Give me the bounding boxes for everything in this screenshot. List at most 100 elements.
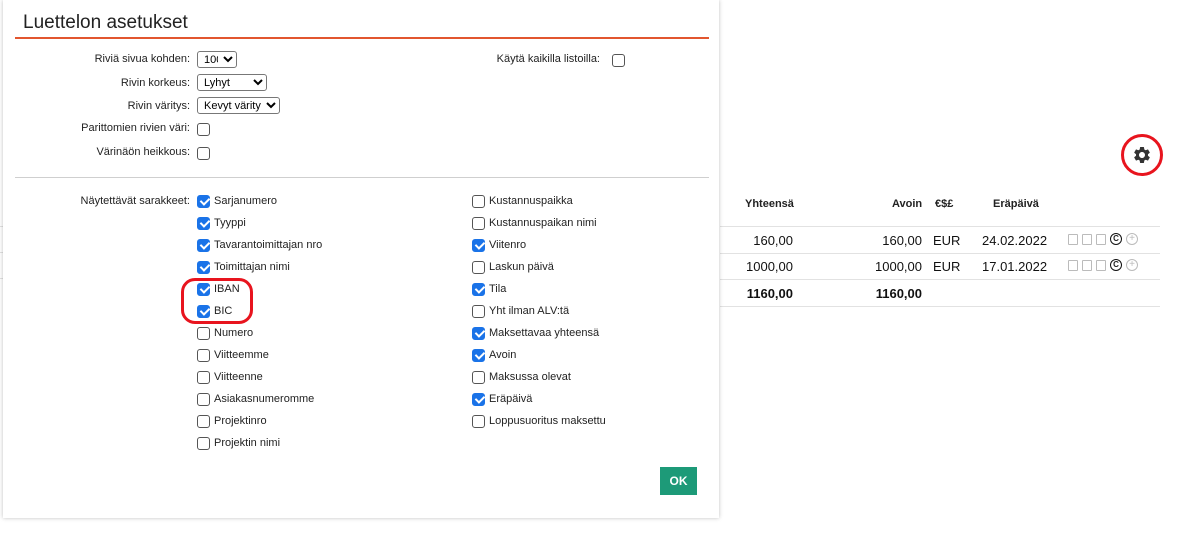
column-option[interactable]: Numero	[197, 325, 253, 341]
row-due-date: 17.01.2022	[982, 259, 1048, 274]
totals-open: 1160,00	[875, 286, 922, 301]
column-checkbox[interactable]	[472, 348, 485, 362]
column-checkbox[interactable]	[197, 370, 210, 384]
column-option[interactable]: Asiakasnumeromme	[197, 391, 314, 407]
row-total: 160,00	[753, 233, 793, 248]
dialog-title: Luettelon asetukset	[23, 12, 188, 33]
column-option[interactable]: Tavarantoimittajan nro	[197, 237, 322, 253]
column-option-label: Sarjanumero	[214, 195, 277, 207]
document-icon[interactable]	[1096, 259, 1106, 271]
color-weakness-label: Värinäön heikkous:	[96, 146, 190, 158]
column-option[interactable]: Projektinro	[197, 413, 267, 429]
column-checkbox[interactable]	[197, 436, 210, 450]
rows-per-page-select[interactable]: 100	[197, 51, 237, 68]
comment-icon[interactable]	[1068, 233, 1078, 245]
use-all-lists-checkbox[interactable]	[612, 54, 625, 67]
column-checkbox[interactable]	[472, 238, 485, 252]
column-option[interactable]: Eräpäivä	[472, 391, 532, 407]
column-option[interactable]: Maksettavaa yhteensä	[472, 325, 599, 341]
column-option-label: Viitteemme	[214, 349, 269, 361]
column-checkbox[interactable]	[472, 326, 485, 340]
column-checkbox[interactable]	[197, 326, 210, 340]
column-checkbox[interactable]	[197, 194, 210, 208]
title-divider	[15, 37, 709, 39]
odd-row-color-checkbox[interactable]	[197, 123, 210, 136]
gear-icon[interactable]	[1132, 145, 1152, 165]
column-option[interactable]: Viitenro	[472, 237, 526, 253]
column-checkbox[interactable]	[197, 238, 210, 252]
ok-button[interactable]: OK	[660, 467, 697, 495]
column-option-label: Tyyppi	[214, 217, 246, 229]
column-checkbox[interactable]	[197, 392, 210, 406]
column-checkbox[interactable]	[197, 216, 210, 230]
row-open: 160,00	[882, 233, 922, 248]
header-open[interactable]: Avoin	[892, 198, 922, 210]
column-option[interactable]: Maksussa olevat	[472, 369, 571, 385]
add-icon[interactable]: +	[1126, 259, 1138, 271]
comment-icon[interactable]	[1068, 259, 1078, 271]
column-option[interactable]: Sarjanumero	[197, 193, 277, 209]
odd-row-color-label: Parittomien rivien väri:	[81, 122, 190, 134]
settings-highlight	[1121, 134, 1163, 176]
copy-icon[interactable]: C	[1110, 233, 1122, 245]
column-option-label: Numero	[214, 327, 254, 339]
row-height-select[interactable]: Lyhyt	[197, 74, 267, 91]
column-checkbox[interactable]	[472, 194, 485, 208]
column-checkbox[interactable]	[197, 414, 210, 428]
column-option-label: Tila	[489, 283, 507, 295]
column-checkbox[interactable]	[472, 414, 485, 428]
column-checkbox[interactable]	[472, 304, 485, 318]
row-coloring-label: Rivin väritys:	[127, 100, 190, 112]
column-option-label: Avoin	[489, 349, 517, 361]
column-option[interactable]: Viitteenne	[197, 369, 263, 385]
column-checkbox[interactable]	[472, 392, 485, 406]
document-icon[interactable]	[1096, 233, 1106, 245]
column-option-label: Maksettavaa yhteensä	[489, 327, 600, 339]
totals-row: 1160,00 1160,00	[720, 280, 1160, 307]
header-total[interactable]: Yhteensä	[745, 198, 794, 210]
column-option[interactable]: Avoin	[472, 347, 516, 363]
table-row[interactable]: 160,00 160,00 EUR 24.02.2022 C +	[720, 226, 1160, 254]
column-checkbox[interactable]	[197, 348, 210, 362]
column-checkbox[interactable]	[472, 282, 485, 296]
column-option-label: Projektinro	[214, 415, 267, 427]
column-option-label: Maksussa olevat	[489, 371, 571, 383]
column-option[interactable]: Laskun päivä	[472, 259, 554, 275]
column-option[interactable]: Kustannuspaikka	[472, 193, 573, 209]
row-height-label: Rivin korkeus:	[120, 77, 190, 89]
column-option-label: Yht ilman ALV:tä	[489, 305, 570, 317]
image-icon[interactable]	[1082, 259, 1092, 271]
table-row[interactable]: 1000,00 1000,00 EUR 17.01.2022 C +	[720, 253, 1160, 280]
color-weakness-checkbox[interactable]	[197, 147, 210, 160]
column-checkbox[interactable]	[197, 260, 210, 274]
column-option[interactable]: Viitteemme	[197, 347, 269, 363]
image-icon[interactable]	[1082, 233, 1092, 245]
visible-columns-label: Näytettävät sarakkeet:	[80, 195, 190, 207]
header-due-date[interactable]: Eräpäivä	[993, 198, 1039, 210]
column-option-label: Toimittajan nimi	[214, 261, 290, 273]
header-currency[interactable]: €$£	[935, 198, 953, 210]
column-option-label: Viitenro	[489, 239, 527, 251]
row-total: 1000,00	[746, 259, 793, 274]
copy-icon[interactable]: C	[1110, 259, 1122, 271]
column-option[interactable]: Toimittajan nimi	[197, 259, 290, 275]
row-coloring-select[interactable]: Kevyt väritys	[197, 97, 280, 114]
column-checkbox[interactable]	[472, 370, 485, 384]
add-icon[interactable]: +	[1126, 233, 1138, 245]
column-checkbox[interactable]	[472, 216, 485, 230]
column-option[interactable]: Yht ilman ALV:tä	[472, 303, 569, 319]
column-option[interactable]: Loppusuoritus maksettu	[472, 413, 606, 429]
column-option[interactable]: Projektin nimi	[197, 435, 280, 451]
column-option-label: Tavarantoimittajan nro	[214, 239, 323, 251]
list-settings-dialog: Luettelon asetukset Riviä sivua kohden: …	[3, 0, 719, 518]
column-option-label: Kustannuspaikka	[489, 195, 573, 207]
column-option[interactable]: Tila	[472, 281, 506, 297]
row-actions: C +	[1068, 233, 1138, 245]
column-option[interactable]: Tyyppi	[197, 215, 246, 231]
column-option-label: Projektin nimi	[214, 437, 281, 449]
column-option-label: Kustannuspaikan nimi	[489, 217, 597, 229]
rows-per-page-label: Riviä sivua kohden:	[94, 53, 190, 65]
column-option[interactable]: Kustannuspaikan nimi	[472, 215, 597, 231]
column-checkbox[interactable]	[472, 260, 485, 274]
use-all-lists-label: Käytä kaikilla listoilla:	[496, 53, 600, 65]
